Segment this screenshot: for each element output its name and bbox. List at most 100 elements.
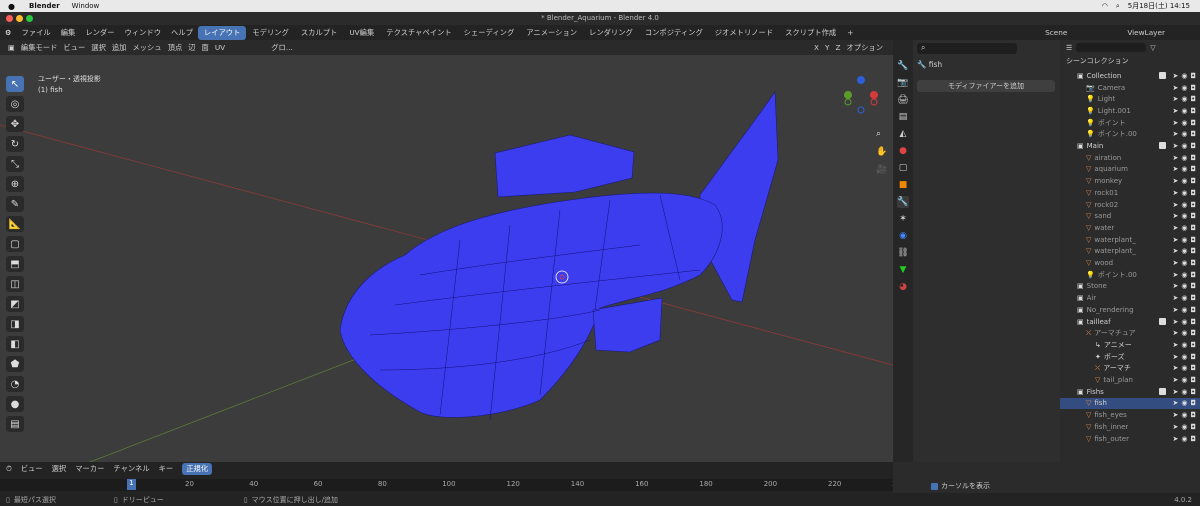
- menu-select[interactable]: 選択: [91, 43, 106, 53]
- transform-tool-icon[interactable]: ⊕: [6, 176, 24, 192]
- visibility-toggles[interactable]: ➤ ◉ ◘: [1172, 353, 1196, 361]
- visibility-toggles[interactable]: ➤ ◉ ◘: [1172, 376, 1196, 384]
- exclude-checkbox-icon[interactable]: [1159, 142, 1167, 150]
- object-props-icon[interactable]: ■: [897, 179, 909, 191]
- visibility-toggles[interactable]: ➤ ◉ ◘: [1172, 130, 1196, 138]
- outliner-row[interactable]: ⛌ アーマチュア ➤ ◉ ◘: [1060, 327, 1200, 339]
- camera-render-icon[interactable]: ◘: [1190, 130, 1196, 138]
- timeline-ruler[interactable]: 1 20406080100120140160180200220240: [0, 479, 906, 491]
- add-workspace-button[interactable]: +: [842, 28, 858, 37]
- camera-render-icon[interactable]: ◘: [1190, 107, 1196, 115]
- select-arrow-icon[interactable]: ➤: [1172, 177, 1178, 185]
- annotate-tool-icon[interactable]: ✎: [6, 196, 24, 212]
- show-cursor-checkbox[interactable]: カーソルを表示: [931, 481, 990, 491]
- outliner-row[interactable]: ▽ sand ➤ ◉ ◘: [1060, 210, 1200, 222]
- select-arrow-icon[interactable]: ➤: [1172, 212, 1178, 220]
- camera-render-icon[interactable]: ◘: [1190, 236, 1196, 244]
- visibility-toggles[interactable]: ➤ ◉ ◘: [1172, 271, 1196, 279]
- navigation-gizmo[interactable]: ⌕ ✋ 🎥: [836, 72, 888, 182]
- tab-shading[interactable]: シェーディング: [458, 26, 521, 40]
- menu-mesh[interactable]: メッシュ: [132, 43, 161, 53]
- funnel-icon[interactable]: ▽: [1150, 44, 1155, 52]
- camera-render-icon[interactable]: ◘: [1190, 165, 1196, 173]
- menu-render[interactable]: レンダー: [80, 28, 119, 38]
- outliner-row[interactable]: ▽ fish_inner ➤ ◉ ◘: [1060, 421, 1200, 433]
- eye-icon[interactable]: ◉: [1181, 435, 1187, 443]
- outliner-row[interactable]: ▽ monkey ➤ ◉ ◘: [1060, 175, 1200, 187]
- measure-tool-icon[interactable]: 📐: [6, 216, 24, 232]
- outliner-row[interactable]: ▽ wood ➤ ◉ ◘: [1060, 257, 1200, 269]
- outliner-row[interactable]: ▣ Fishs ➤ ◉ ◘: [1060, 386, 1200, 398]
- camera-render-icon[interactable]: ◘: [1190, 271, 1196, 279]
- select-arrow-icon[interactable]: ➤: [1172, 259, 1178, 267]
- spin-tool-icon[interactable]: ◔: [6, 376, 24, 392]
- visibility-toggles[interactable]: ➤ ◉ ◘: [1172, 399, 1196, 407]
- eye-icon[interactable]: ◉: [1181, 282, 1187, 290]
- filter-icon[interactable]: ☰: [1066, 44, 1072, 52]
- loopcut-tool-icon[interactable]: ◨: [6, 316, 24, 332]
- outliner-row[interactable]: ⛌ アーマチ ➤ ◉ ◘: [1060, 363, 1200, 375]
- outliner-row[interactable]: ▽ waterplant_ ➤ ◉ ◘: [1060, 234, 1200, 246]
- visibility-toggles[interactable]: ➤ ◉ ◘: [1159, 71, 1196, 80]
- add-cube-tool-icon[interactable]: ▢: [6, 236, 24, 252]
- scene-selector[interactable]: Scene: [1040, 28, 1072, 37]
- eye-icon[interactable]: ◉: [1181, 130, 1187, 138]
- select-arrow-icon[interactable]: ➤: [1172, 388, 1178, 396]
- outliner-row[interactable]: ▣ Collection ➤ ◉ ◘: [1060, 70, 1200, 82]
- outliner-row[interactable]: 💡 ポイント.00 ➤ ◉ ◘: [1060, 129, 1200, 141]
- visibility-toggles[interactable]: ➤ ◉ ◘: [1172, 154, 1196, 162]
- clock[interactable]: 5月18日(土) 14:15: [1128, 1, 1190, 11]
- options-menu[interactable]: オプション: [847, 43, 883, 53]
- transform-orientation[interactable]: グロ...: [271, 43, 293, 53]
- eye-icon[interactable]: ◉: [1181, 294, 1187, 302]
- camera-render-icon[interactable]: ◘: [1190, 212, 1196, 220]
- camera-render-icon[interactable]: ◘: [1190, 318, 1196, 326]
- cursor-tool-icon[interactable]: ◎: [6, 96, 24, 112]
- menu-view[interactable]: ビュー: [63, 43, 85, 53]
- select-arrow-icon[interactable]: ➤: [1172, 154, 1178, 162]
- eye-icon[interactable]: ◉: [1181, 177, 1187, 185]
- tab-texture-paint[interactable]: テクスチャペイント: [380, 26, 457, 40]
- menu-window[interactable]: ウィンドウ: [120, 28, 166, 38]
- select-arrow-icon[interactable]: ➤: [1172, 189, 1178, 197]
- eye-icon[interactable]: ◉: [1181, 201, 1187, 209]
- shrink-tool-icon[interactable]: ▤: [6, 416, 24, 432]
- tab-scripting[interactable]: スクリプト作成: [779, 26, 842, 40]
- output-props-icon[interactable]: 🖨: [897, 94, 909, 106]
- close-window-button[interactable]: [6, 15, 13, 22]
- app-menu[interactable]: Blender: [29, 2, 60, 10]
- select-arrow-icon[interactable]: ➤: [1172, 423, 1178, 431]
- camera-render-icon[interactable]: ◘: [1190, 353, 1196, 361]
- eye-icon[interactable]: ◉: [1181, 72, 1187, 80]
- camera-render-icon[interactable]: ◘: [1190, 201, 1196, 209]
- extrude-tool-icon[interactable]: ⬒: [6, 256, 24, 272]
- tl-menu-key[interactable]: キー: [159, 464, 174, 474]
- eye-icon[interactable]: ◉: [1181, 119, 1187, 127]
- physics-props-icon[interactable]: ◉: [897, 230, 909, 242]
- menu-file[interactable]: ファイル: [17, 28, 56, 38]
- tab-sculpt[interactable]: スカルプト: [295, 26, 343, 40]
- select-tool-icon[interactable]: ↖: [6, 76, 24, 92]
- blender-logo-icon[interactable]: ⚙: [0, 28, 17, 37]
- material-props-icon[interactable]: ◕: [897, 281, 909, 293]
- window-menu[interactable]: Window: [72, 2, 100, 10]
- apple-icon[interactable]: ●: [8, 2, 15, 11]
- menu-edge[interactable]: 辺: [188, 43, 195, 53]
- fish-mesh[interactable]: [339, 91, 779, 418]
- select-arrow-icon[interactable]: ➤: [1172, 107, 1178, 115]
- eye-icon[interactable]: ◉: [1181, 107, 1187, 115]
- select-arrow-icon[interactable]: ➤: [1172, 271, 1178, 279]
- tab-geometry-nodes[interactable]: ジオメトリノード: [709, 26, 779, 40]
- current-frame-indicator[interactable]: 1: [127, 479, 136, 490]
- inset-tool-icon[interactable]: ◫: [6, 276, 24, 292]
- outliner-row[interactable]: ▣ Stone ➤ ◉ ◘: [1060, 281, 1200, 293]
- camera-render-icon[interactable]: ◘: [1190, 84, 1196, 92]
- camera-render-icon[interactable]: ◘: [1190, 329, 1196, 337]
- eye-icon[interactable]: ◉: [1181, 388, 1187, 396]
- visibility-toggles[interactable]: ➤ ◉ ◘: [1172, 177, 1196, 185]
- select-arrow-icon[interactable]: ➤: [1172, 142, 1178, 150]
- select-arrow-icon[interactable]: ➤: [1172, 247, 1178, 255]
- visibility-toggles[interactable]: ➤ ◉ ◘: [1159, 142, 1196, 150]
- camera-render-icon[interactable]: ◘: [1190, 247, 1196, 255]
- view-layer-icon[interactable]: ▤: [897, 111, 909, 123]
